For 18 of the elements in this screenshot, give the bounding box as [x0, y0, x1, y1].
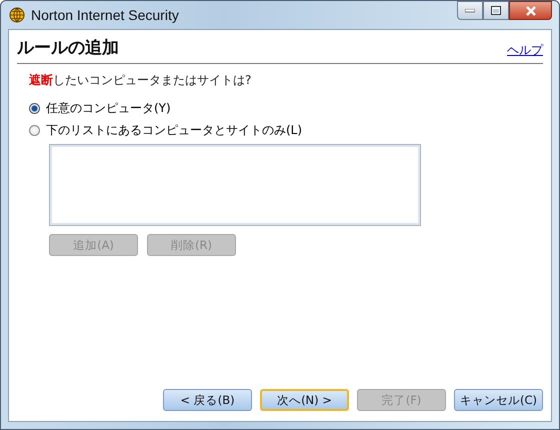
help-link[interactable]: ヘルプ — [507, 42, 543, 59]
option-label[interactable]: 任意のコンピュータ(Y) — [46, 100, 171, 116]
close-button[interactable] — [509, 1, 552, 20]
globe-icon — [9, 7, 25, 23]
dialog-button[interactable]: < 戻る(B) — [163, 389, 252, 411]
minimize-icon — [465, 8, 475, 12]
maximize-button[interactable] — [483, 1, 509, 20]
close-icon — [524, 6, 536, 16]
question-text: 遮断したいコンピュータまたはサイトは? — [29, 72, 252, 89]
option-label[interactable]: 下のリストにあるコンピュータとサイトのみ(L) — [46, 122, 302, 138]
dialog-button[interactable]: キャンセル(C) — [454, 389, 543, 411]
maximize-icon — [491, 6, 501, 15]
dialog-button[interactable]: 次へ(N) > — [260, 389, 349, 411]
minimize-button[interactable] — [457, 1, 483, 20]
radio-button[interactable] — [29, 102, 40, 114]
window-title: Norton Internet Security — [31, 7, 180, 23]
radio-button[interactable] — [29, 124, 40, 136]
page-title: ルールの追加 — [17, 37, 119, 59]
